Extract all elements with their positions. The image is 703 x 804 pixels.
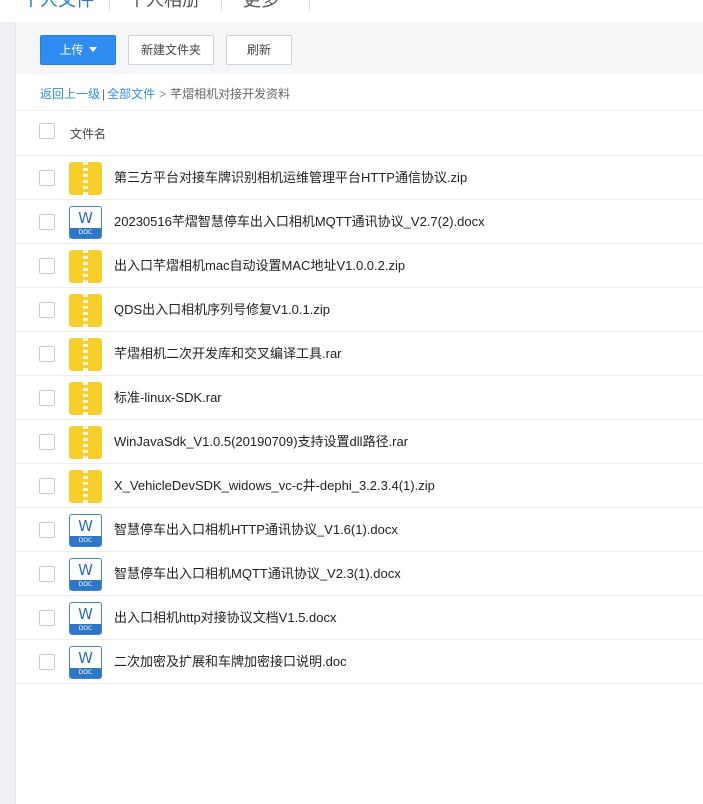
file-row[interactable]: W DOC 出入口相机http对接协议文档V1.5.docx (16, 596, 703, 640)
row-checkbox[interactable] (39, 434, 55, 450)
tab-personal-album[interactable]: 个人相册 (128, 0, 200, 10)
new-folder-button[interactable]: 新建文件夹 (128, 35, 214, 65)
file-row[interactable]: W DOC 智慧停车出入口相机MQTT通讯协议_V2.3(1).docx (16, 552, 703, 596)
caret-down-icon (88, 47, 97, 53)
row-checkbox[interactable] (39, 258, 55, 274)
file-name-link[interactable]: 芊熠相机二次开发库和交叉编译工具.rar (114, 332, 342, 376)
back-link[interactable]: 返回上一级 (40, 87, 100, 101)
row-checkbox[interactable] (39, 522, 55, 538)
file-row[interactable]: QDS出入口相机序列号修复V1.0.1.zip (16, 288, 703, 332)
upload-button[interactable]: 上传 (40, 35, 116, 65)
file-panel: 上传 新建文件夹 刷新 返回上一级 | 全部文件 > 芊熠相机对接开发资料 文件名 第三… (15, 22, 703, 804)
breadcrumb-arrow: > (159, 87, 167, 101)
column-header-filename: 文件名 (70, 127, 107, 141)
row-checkbox[interactable] (39, 214, 55, 230)
file-row[interactable]: 第三方平台对接车牌识别相机运维管理平台HTTP通信协议.zip (16, 156, 703, 200)
row-checkbox[interactable] (39, 566, 55, 582)
word-document-icon: W DOC (69, 602, 102, 635)
divider (16, 110, 703, 111)
all-files-link[interactable]: 全部文件 (107, 87, 155, 101)
file-name-link[interactable]: 二次加密及扩展和车牌加密接口说明.doc (114, 640, 347, 684)
row-checkbox[interactable] (39, 610, 55, 626)
upload-label: 上传 (59, 43, 84, 57)
tab-personal-files[interactable]: 个人文件 (22, 0, 94, 10)
breadcrumb-current: 芊熠相机对接开发资料 (170, 87, 291, 101)
breadcrumb-divider: | (102, 87, 106, 101)
select-all-checkbox[interactable] (39, 123, 55, 139)
word-document-icon: W DOC (69, 646, 102, 679)
row-checkbox[interactable] (39, 302, 55, 318)
file-row[interactable]: 出入口芊熠相机mac自动设置MAC地址V1.0.0.2.zip (16, 244, 703, 288)
file-name-link[interactable]: 标准-linux-SDK.rar (114, 376, 222, 420)
file-name-link[interactable]: QDS出入口相机序列号修复V1.0.1.zip (114, 288, 330, 332)
file-row[interactable]: WinJavaSdk_V1.0.5(20190709)支持设置dll路径.rar (16, 420, 703, 464)
file-name-link[interactable]: 智慧停车出入口相机HTTP通讯协议_V1.6(1).docx (114, 508, 398, 552)
file-row[interactable]: W DOC 20230516芊熠智慧停车出入口相机MQTT通讯协议_V2.7(2).… (16, 200, 703, 244)
row-checkbox[interactable] (39, 478, 55, 494)
nav-divider (221, 0, 222, 10)
file-name-link[interactable]: X_VehicleDevSDK_widows_vc-c井-dephi_3.2.3… (114, 464, 435, 508)
zip-file-icon (69, 250, 102, 283)
row-checkbox[interactable] (39, 654, 55, 670)
breadcrumb: 返回上一级 | 全部文件 > 芊熠相机对接开发资料 (40, 85, 290, 102)
zip-file-icon (69, 426, 102, 459)
file-name-link[interactable]: WinJavaSdk_V1.0.5(20190709)支持设置dll路径.rar (114, 420, 408, 464)
row-checkbox[interactable] (39, 170, 55, 186)
nav-divider (109, 0, 110, 10)
file-row[interactable]: W DOC 二次加密及扩展和车牌加密接口说明.doc (16, 640, 703, 684)
word-document-icon: W DOC (69, 206, 102, 239)
zip-file-icon (69, 338, 102, 371)
zip-file-icon (69, 294, 102, 327)
nav-divider (309, 0, 310, 10)
file-row[interactable]: W DOC 智慧停车出入口相机HTTP通讯协议_V1.6(1).docx (16, 508, 703, 552)
row-checkbox[interactable] (39, 390, 55, 406)
word-document-icon: W DOC (69, 558, 102, 591)
file-name-link[interactable]: 智慧停车出入口相机MQTT通讯协议_V2.3(1).docx (114, 552, 401, 596)
file-name-link[interactable]: 出入口相机http对接协议文档V1.5.docx (114, 596, 337, 640)
file-row[interactable]: X_VehicleDevSDK_widows_vc-c井-dephi_3.2.3… (16, 464, 703, 508)
file-name-link[interactable]: 出入口芊熠相机mac自动设置MAC地址V1.0.0.2.zip (114, 244, 405, 288)
zip-file-icon (69, 382, 102, 415)
tab-more[interactable]: 更多 (243, 0, 279, 10)
top-nav: 个人文件 个人相册 更多 (0, 0, 703, 22)
word-document-icon: W DOC (69, 514, 102, 547)
file-name-link[interactable]: 第三方平台对接车牌识别相机运维管理平台HTTP通信协议.zip (114, 156, 467, 200)
file-row[interactable]: 芊熠相机二次开发库和交叉编译工具.rar (16, 332, 703, 376)
file-name-link[interactable]: 20230516芊熠智慧停车出入口相机MQTT通讯协议_V2.7(2).docx (114, 200, 485, 244)
toolbar: 上传 新建文件夹 刷新 (16, 22, 703, 74)
row-divider (16, 683, 703, 684)
row-checkbox[interactable] (39, 346, 55, 362)
refresh-button[interactable]: 刷新 (226, 35, 292, 65)
file-row[interactable]: 标准-linux-SDK.rar (16, 376, 703, 420)
zip-file-icon (69, 162, 102, 195)
zip-file-icon (69, 470, 102, 503)
